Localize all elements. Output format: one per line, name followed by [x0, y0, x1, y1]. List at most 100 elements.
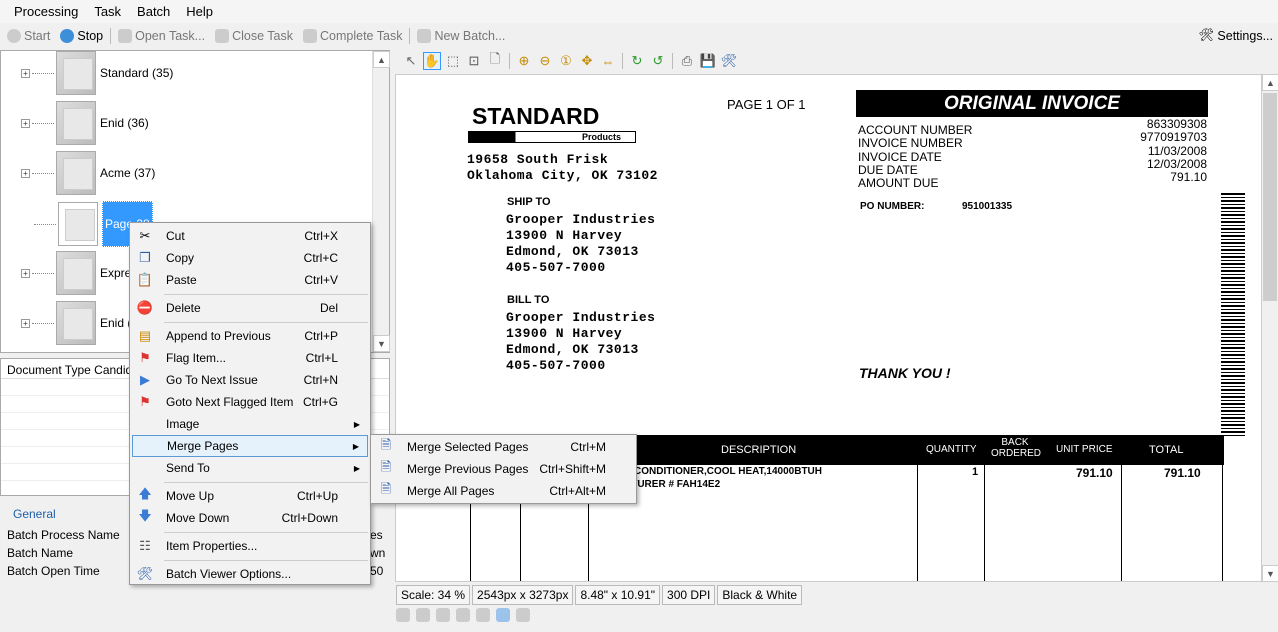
- menu-item-merge-pages[interactable]: Merge Pages ▶: [132, 435, 368, 457]
- open-task-icon: [118, 28, 133, 43]
- rotate-left-icon[interactable]: ↺: [649, 52, 667, 70]
- close-task-button[interactable]: Close Task: [210, 28, 298, 43]
- submenu-arrow-icon: ▶: [353, 419, 360, 429]
- line-description: R CONDITIONER,COOL HEAT,14000BTUH: [624, 466, 822, 477]
- menu-item-shortcut: Ctrl+M: [570, 440, 606, 454]
- column-quantity: QUANTITY: [926, 444, 977, 455]
- expand-icon[interactable]: +: [21, 168, 30, 178]
- menu-processing[interactable]: Processing: [6, 0, 86, 23]
- menu-item-shortcut: Ctrl+Down: [281, 511, 338, 525]
- scroll-up-icon[interactable]: ▲: [1262, 74, 1278, 91]
- tree-node[interactable]: + Standard (35): [21, 51, 173, 95]
- viewer-toolbar: ↖ ✋ ⬚ ⊡ 🗋 ⊕ ⊖ ① ✥ ⇔ ↻ ↺ ⎙ 💾 🛠: [396, 50, 1278, 72]
- property-label: Batch Name: [7, 546, 74, 560]
- select-region-icon[interactable]: ⬚: [444, 52, 462, 70]
- pointer-icon[interactable]: ↖: [402, 52, 420, 70]
- scroll-down-icon[interactable]: ▼: [1262, 565, 1278, 582]
- page-icon: 🗎: [380, 481, 392, 496]
- expand-icon[interactable]: +: [21, 268, 30, 278]
- zoom-width-icon[interactable]: ⇔: [599, 52, 617, 70]
- zoom-out-icon[interactable]: ⊖: [536, 52, 554, 70]
- complete-task-button[interactable]: Complete Task: [298, 28, 407, 43]
- expand-icon[interactable]: +: [21, 68, 30, 78]
- tools-icon[interactable]: 🛠: [720, 52, 738, 70]
- menu-item-merge-previous[interactable]: 🗎 Merge Previous Pages Ctrl+Shift+M: [373, 458, 636, 480]
- image-tool-icon[interactable]: [436, 608, 450, 622]
- image-tool-icon[interactable]: [416, 608, 430, 622]
- crop-icon[interactable]: [476, 608, 490, 622]
- menu-item-move-down[interactable]: 🡇 Move Down Ctrl+Down: [132, 507, 368, 529]
- folder-thumbnail: [56, 101, 96, 145]
- menu-item-label: Merge Selected Pages: [407, 440, 529, 454]
- menu-item-next-issue[interactable]: ▶ Go To Next Issue Ctrl+N: [132, 369, 368, 391]
- barcode: [1221, 193, 1245, 436]
- menu-item-shortcut: Del: [319, 301, 338, 315]
- menu-item-shortcut: Ctrl+G: [302, 395, 338, 409]
- scroll-down-icon[interactable]: ▼: [373, 335, 390, 352]
- undo-icon[interactable]: [516, 608, 530, 622]
- settings-button[interactable]: 🛠 Settings...: [1194, 28, 1278, 43]
- menu-help[interactable]: Help: [178, 0, 221, 23]
- zoom-fit-icon[interactable]: ✥: [578, 52, 596, 70]
- tree-node[interactable]: + Acme (37): [21, 151, 155, 195]
- save-icon[interactable]: 💾: [699, 52, 717, 70]
- append-icon: ▤: [138, 328, 152, 343]
- menu-item-label: Move Down: [166, 511, 230, 525]
- expand-icon[interactable]: +: [21, 118, 30, 128]
- menu-item-append-to-previous[interactable]: ▤ Append to Previous Ctrl+P: [132, 325, 368, 347]
- menu-item-next-flagged[interactable]: ⚑ Goto Next Flagged Item Ctrl+G: [132, 391, 368, 413]
- menu-item-viewer-options[interactable]: 🛠 Batch Viewer Options...: [132, 563, 368, 585]
- rotate-right-icon[interactable]: ↻: [628, 52, 646, 70]
- menu-item-properties[interactable]: ☷ Item Properties...: [132, 535, 368, 557]
- zoom-actual-icon[interactable]: ①: [557, 52, 575, 70]
- bill-to-label: BILL TO: [507, 294, 550, 306]
- menu-item-merge-all[interactable]: 🗎 Merge All Pages Ctrl+Alt+M: [373, 480, 636, 502]
- new-batch-button[interactable]: New Batch...: [412, 28, 510, 43]
- menu-item-shortcut: Ctrl+N: [303, 373, 338, 387]
- start-button[interactable]: Start: [2, 28, 55, 43]
- tree-node[interactable]: + Enid (: [21, 301, 131, 345]
- viewer-scrollbar[interactable]: ▲ ▼: [1262, 74, 1278, 582]
- refresh-icon[interactable]: [496, 608, 510, 622]
- zoom-in-icon[interactable]: ⊕: [515, 52, 533, 70]
- line-unit-price: 791.10: [1076, 466, 1113, 480]
- menu-item-delete[interactable]: ⛔ Delete Del: [132, 297, 368, 319]
- po-value: 951001335: [962, 201, 1013, 212]
- property-value: 50: [370, 564, 384, 578]
- tree-node[interactable]: + Enid (36): [21, 101, 149, 145]
- menu-item-shortcut: Ctrl+X: [304, 229, 338, 243]
- print-icon[interactable]: ⎙: [678, 52, 696, 70]
- image-tool-icon[interactable]: [456, 608, 470, 622]
- image-tool-icon[interactable]: [396, 608, 410, 622]
- ship-to-address: Grooper Industries 13900 N Harvey Edmond, …: [506, 212, 656, 275]
- menu-item-merge-selected[interactable]: 🗎 Merge Selected Pages Ctrl+M: [373, 436, 636, 458]
- vendor-address: 19658 South Frisk: [467, 152, 609, 167]
- menu-item-send-to[interactable]: Send To ▶: [132, 457, 368, 479]
- open-task-button[interactable]: Open Task...: [113, 28, 210, 43]
- menu-item-flag[interactable]: ⚑ Flag Item... Ctrl+L: [132, 347, 368, 369]
- scroll-thumb[interactable]: [1263, 93, 1277, 301]
- tree-node[interactable]: + Expre: [21, 251, 131, 295]
- document-viewer[interactable]: STANDARD Products 19658 South Frisk Okla…: [395, 74, 1262, 582]
- menu-item-move-up[interactable]: 🡅 Move Up Ctrl+Up: [132, 485, 368, 507]
- zoom-region-icon[interactable]: ⊡: [465, 52, 483, 70]
- zoom-page-icon[interactable]: 🗋: [486, 51, 504, 70]
- menu-item-label: Merge Previous Pages: [407, 462, 529, 476]
- tree-scrollbar[interactable]: ▲ ▼: [372, 51, 390, 352]
- menu-item-image[interactable]: Image ▶: [132, 413, 368, 435]
- submenu-arrow-icon: ▶: [352, 441, 359, 451]
- divider: [409, 27, 411, 44]
- menu-batch[interactable]: Batch: [129, 0, 178, 23]
- menu-item-copy[interactable]: ❐ Copy Ctrl+C: [132, 247, 368, 269]
- menu-task[interactable]: Task: [86, 0, 129, 23]
- pixel-size: 2543px x 3273px: [472, 585, 574, 605]
- stop-button[interactable]: Stop: [55, 28, 108, 43]
- expand-icon[interactable]: +: [21, 318, 30, 328]
- properties-icon: ☷: [139, 538, 151, 553]
- scroll-up-icon[interactable]: ▲: [373, 51, 390, 68]
- menu-item-paste[interactable]: 📋 Paste Ctrl+V: [132, 269, 368, 291]
- hand-icon[interactable]: ✋: [423, 52, 441, 70]
- menu-item-label: Copy: [166, 251, 195, 265]
- vendor-address: Oklahoma City, OK 73102: [467, 168, 658, 183]
- menu-item-cut[interactable]: ✂ Cut Ctrl+X: [132, 225, 368, 247]
